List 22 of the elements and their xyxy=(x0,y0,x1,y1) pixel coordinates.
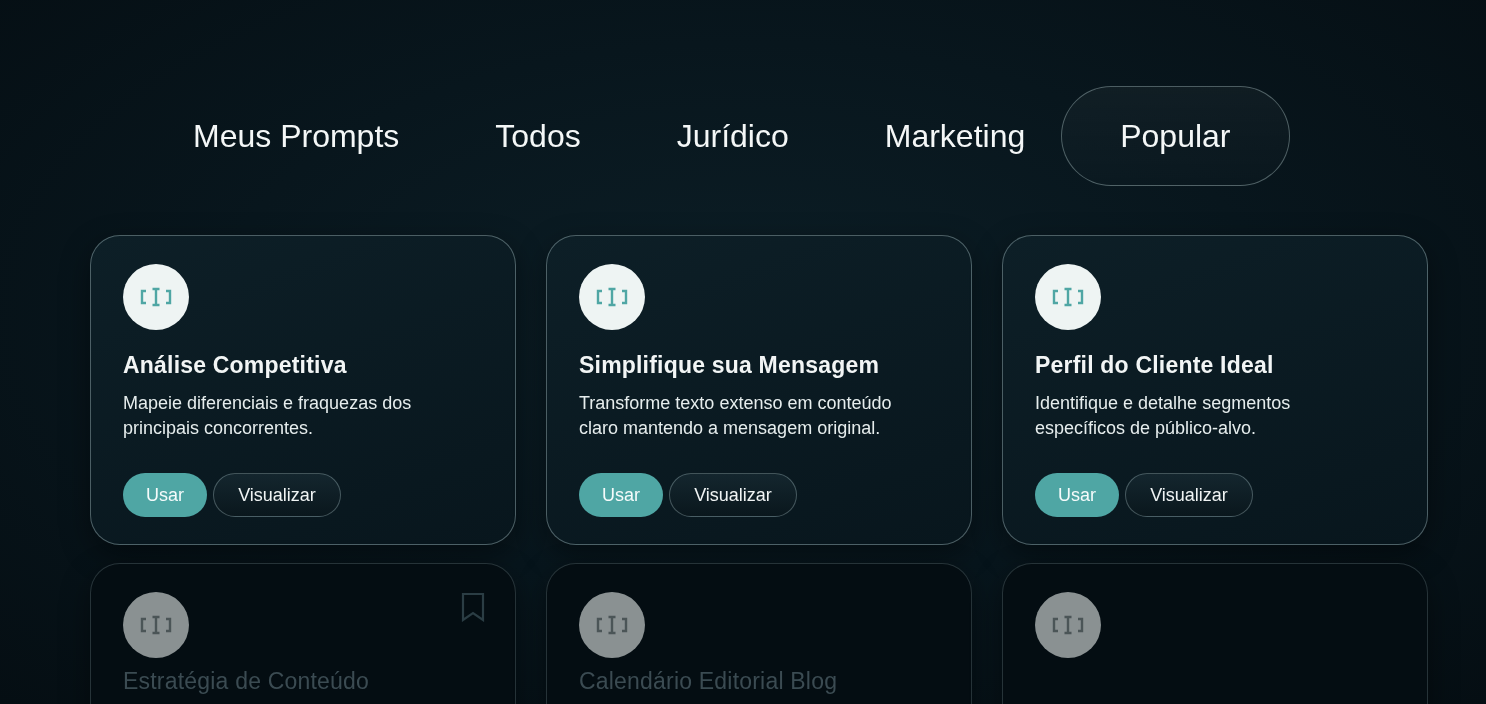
brackets-icon xyxy=(579,592,645,658)
category-tab[interactable]: Meus Prompts xyxy=(145,86,448,186)
card-title: Calendário Editorial Blog xyxy=(579,668,839,695)
preview-button[interactable]: Visualizar xyxy=(669,473,797,517)
brackets-icon xyxy=(123,264,189,330)
preview-button[interactable]: Visualizar xyxy=(1125,473,1253,517)
card-title: Simplifique sua Mensagem xyxy=(579,352,881,379)
card-description: Mapeie diferenciais e fraquezas dos principais concorrentes. xyxy=(123,392,413,440)
brackets-icon xyxy=(1035,264,1101,330)
card-title: Perfil do Cliente Ideal xyxy=(1035,352,1275,379)
card-title: Estratégia de Conteúdo xyxy=(123,668,371,695)
card-description: Identifique e detalhe segmentos específicos de público-alvo. xyxy=(1035,392,1292,440)
bookmark-icon[interactable] xyxy=(461,592,485,622)
card-description: Transforme texto extenso em conteúdo claro mantendo a mensagem original. xyxy=(579,392,893,440)
brackets-icon xyxy=(123,592,189,658)
brackets-icon xyxy=(579,264,645,330)
brackets-icon xyxy=(1035,592,1101,658)
preview-button[interactable]: Visualizar xyxy=(213,473,341,517)
category-tab[interactable]: Popular xyxy=(1061,86,1290,186)
category-tab[interactable]: Todos xyxy=(447,86,629,186)
card-title: Análise Competitiva xyxy=(123,352,348,379)
category-tab[interactable]: Jurídico xyxy=(628,86,837,186)
